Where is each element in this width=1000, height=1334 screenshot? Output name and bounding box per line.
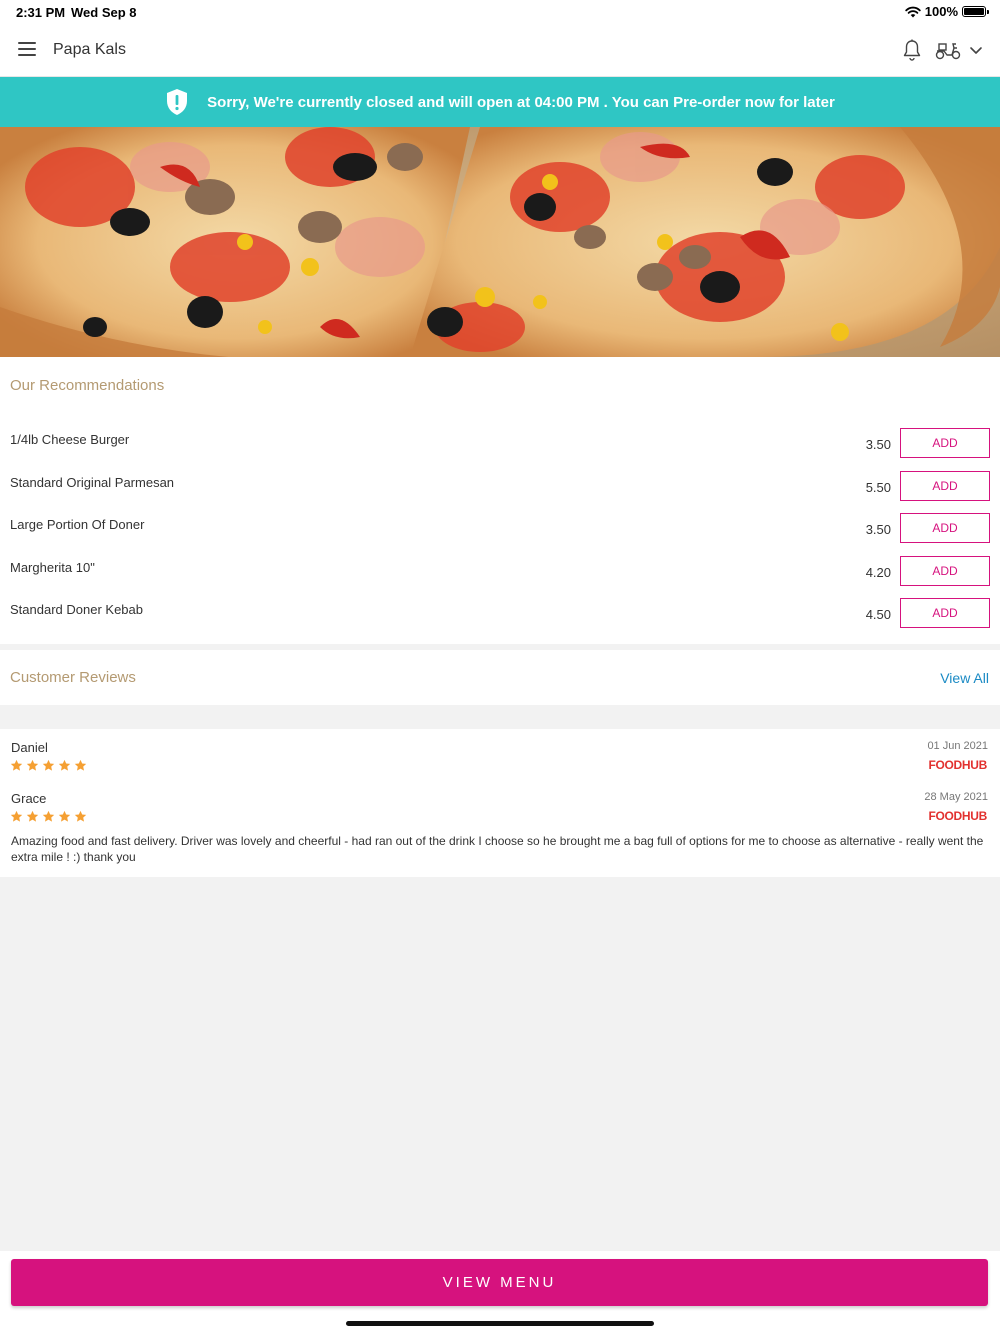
shield-alert-icon [167,89,188,115]
review-date: 28 May 2021 [924,791,988,803]
add-button[interactable]: ADD [900,471,990,501]
star-icon [10,810,23,822]
list-item: Standard Doner Kebab 4.50 ADD [0,598,1000,640]
add-button[interactable]: ADD [900,428,990,458]
reviews-header: Customer Reviews View All [0,650,1000,705]
star-icon [58,759,71,771]
add-button[interactable]: ADD [900,598,990,628]
wifi-icon [905,6,921,17]
add-button[interactable]: ADD [900,513,990,543]
status-bar: 2:31 PM Wed Sep 8 100% [0,0,1000,24]
restaurant-title: Papa Kals [53,41,126,58]
reviewer-name: Daniel [11,740,48,755]
view-all-link[interactable]: View All [940,670,989,686]
hero-image [0,127,1000,357]
star-icon [26,810,39,822]
foodhub-logo: FOODHUB [928,809,987,823]
item-name: Standard Doner Kebab [10,602,143,617]
chevron-down-icon[interactable] [968,42,984,58]
star-icon [74,810,87,822]
add-button[interactable]: ADD [900,556,990,586]
list-item: 1/4lb Cheese Burger 3.50 ADD [0,428,1000,470]
recommendations-title: Our Recommendations [10,377,165,394]
status-indicators: 100% [905,4,989,19]
item-name: Margherita 10" [10,560,95,575]
battery-percent: 100% [924,4,958,19]
star-icon [58,810,71,822]
review-date: 01 Jun 2021 [927,740,988,752]
item-price: 3.50 [865,437,891,452]
closed-banner: Sorry, We're currently closed and will o… [0,77,1000,127]
foodhub-logo: FOODHUB [928,758,987,772]
item-price: 3.50 [865,522,891,537]
status-date: Wed Sep 8 [71,5,137,20]
star-rating [10,759,87,772]
item-name: Standard Original Parmesan [10,475,175,490]
star-icon [26,759,39,771]
view-menu-button[interactable]: VIEW MENU [11,1259,988,1306]
battery-icon [962,6,989,17]
item-name: 1/4lb Cheese Burger [10,432,130,447]
recommendations-section: Our Recommendations 1/4lb Cheese Burger … [0,357,1000,644]
item-price: 4.50 [865,607,891,622]
star-icon [10,759,23,771]
menu-icon[interactable] [18,42,36,56]
list-item: Margherita 10" 4.20 ADD [0,556,1000,598]
banner-text: Sorry, We're currently closed and will o… [207,93,835,111]
scooter-icon[interactable] [934,39,962,61]
star-icon [42,810,55,822]
star-rating [10,810,87,823]
reviews-title: Customer Reviews [10,669,136,686]
app-header: Papa Kals [0,24,1000,77]
reviews-list: Daniel 01 Jun 2021 FOODHUB Grace 28 May … [0,729,1000,877]
list-item: Large Portion Of Doner 3.50 ADD [0,513,1000,555]
item-price: 5.50 [865,480,891,495]
bottom-bar: VIEW MENU [0,1251,1000,1334]
list-item: Standard Original Parmesan 5.50 ADD [0,471,1000,513]
reviewer-name: Grace [11,791,47,806]
status-time: 2:31 PM [16,5,66,20]
bell-icon[interactable] [900,38,924,62]
star-icon [42,759,55,771]
home-indicator[interactable] [346,1321,654,1326]
star-icon [74,759,87,771]
item-price: 4.20 [865,565,891,580]
item-name: Large Portion Of Doner [10,517,145,532]
review-text: Amazing food and fast delivery. Driver w… [11,834,984,864]
